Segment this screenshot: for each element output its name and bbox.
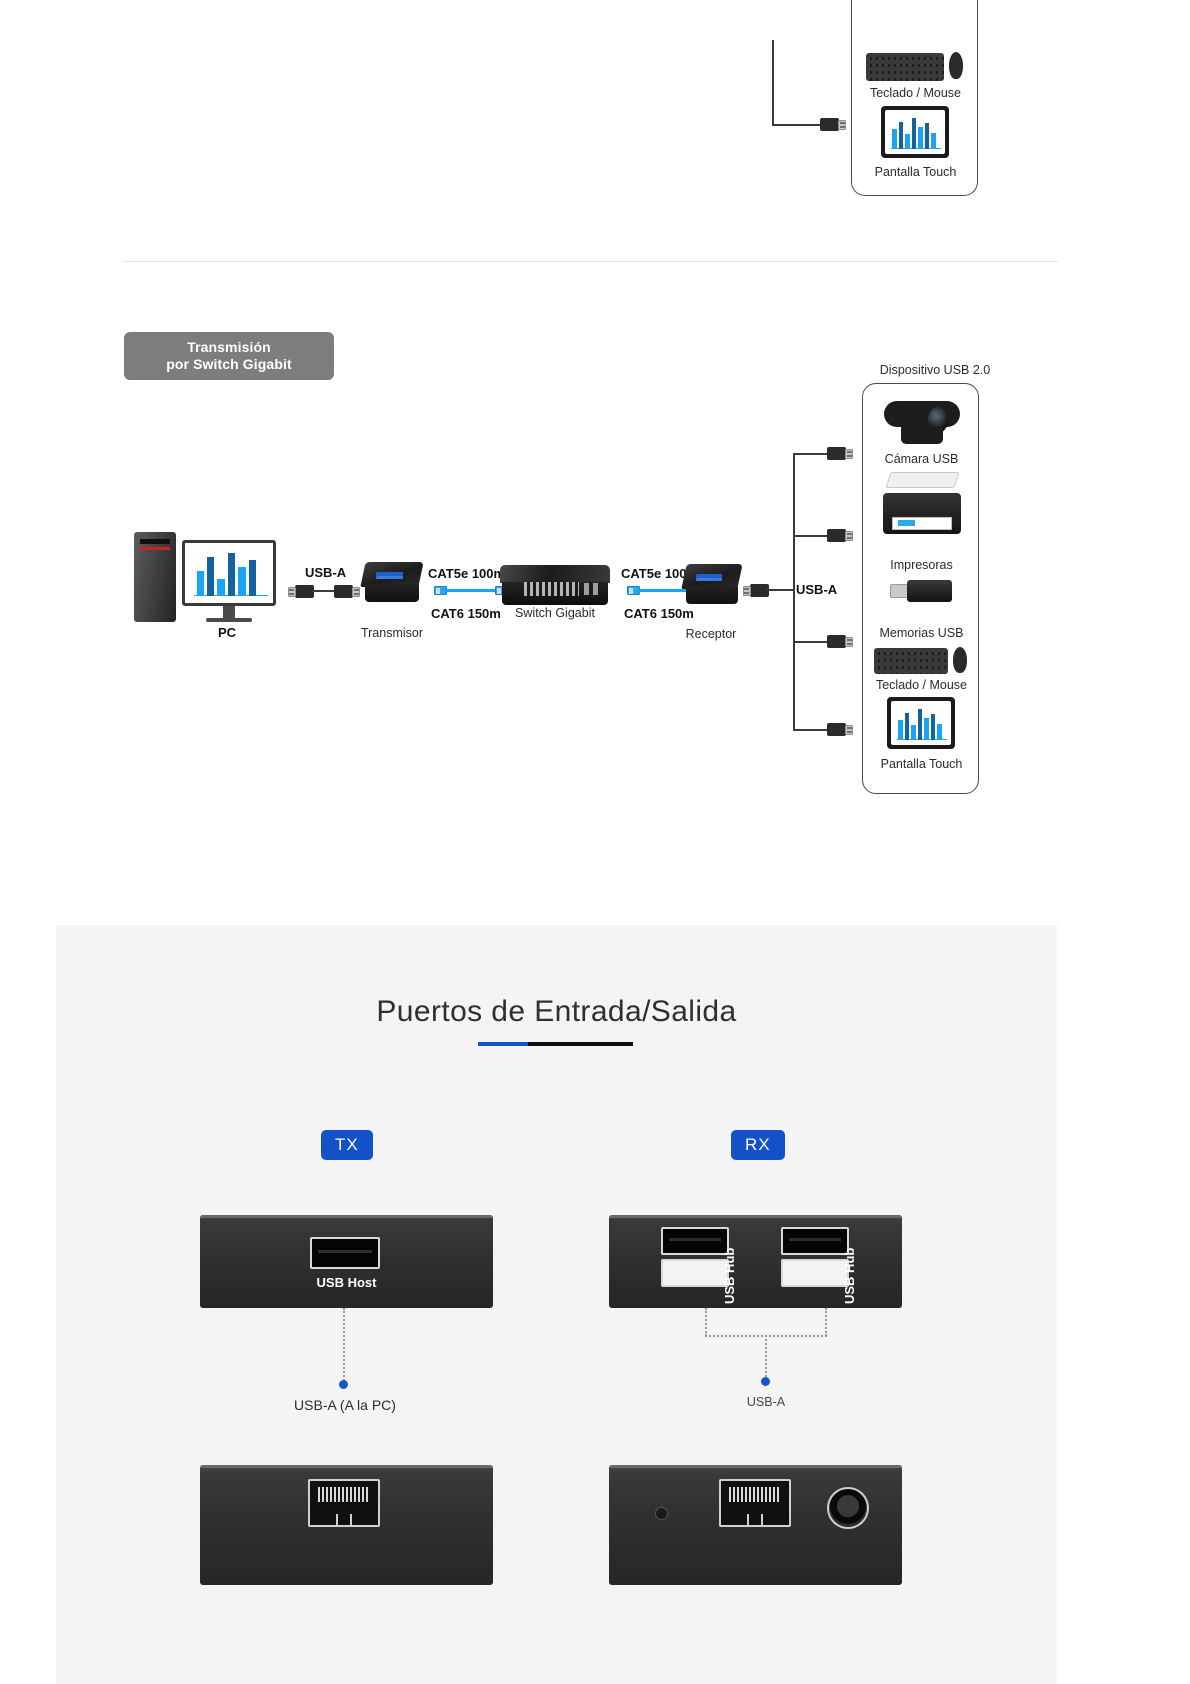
badge-line-2: por Switch Gigabit: [166, 356, 292, 372]
mouse-icon: [949, 52, 963, 79]
usb-device-label-3: Teclado / Mouse: [875, 678, 968, 692]
tx-callout-label: USB-A (A la PC): [294, 1397, 396, 1413]
usb-device-panel-title: Dispositivo USB 2.0: [879, 363, 991, 377]
top-wire-horizontal: [772, 124, 824, 126]
tx-callout-leader: [343, 1308, 345, 1384]
usb-cable-right: [766, 589, 794, 591]
printer-icon: [883, 472, 961, 534]
receiver-device: [681, 564, 743, 604]
rx-callout-label: USB-A: [746, 1395, 786, 1409]
rx-usb-hub-caption-left: USB Hub: [722, 1247, 737, 1304]
bus-branch-0: [793, 453, 829, 455]
usb-plug-icon-branch-2: [827, 635, 853, 648]
ports-section: Puertos de Entrada/Salida TX RX USB Host…: [56, 925, 1057, 1684]
title-underline: [478, 1042, 633, 1046]
switch-label: Switch Gigabit: [515, 606, 595, 620]
tablet-chart-2: [897, 704, 948, 740]
usb-plug-icon-branch-1: [827, 529, 853, 542]
usb-cable-left: [312, 590, 336, 592]
pc-monitor-icon: [182, 540, 276, 622]
top-device-label-1: Pantalla Touch: [874, 165, 957, 179]
rx-rj45-port[interactable]: [719, 1479, 791, 1527]
usb-device-label-2: Memorias USB: [879, 626, 964, 640]
rx-usb-hub-port-2[interactable]: [661, 1259, 729, 1287]
pc-tower-icon: [134, 532, 176, 622]
usb-flash-drive-icon: [890, 580, 952, 602]
tx-usb-host-port[interactable]: [310, 1237, 380, 1269]
underline-black-segment: [528, 1042, 633, 1046]
usb-plug-icon-branch-3: [827, 723, 853, 736]
usb-plug-icon: [820, 118, 846, 131]
left-cat6-label: CAT6 150m: [431, 606, 501, 621]
page-title: Puertos de Entrada/Salida: [376, 995, 737, 1028]
rx-status-led: [655, 1507, 668, 1520]
rx-usb-hub-port-1[interactable]: [661, 1227, 729, 1255]
usb-plug-icon-left-a: [288, 585, 314, 598]
rx-callout-leader-left: [705, 1308, 707, 1336]
tx-rj45-port[interactable]: [308, 1479, 380, 1527]
touch-screen-icon: [881, 106, 949, 158]
tx-usb-host-caption: USB Host: [316, 1275, 377, 1290]
cat-cable-left: [434, 586, 508, 595]
usb-a-left-label: USB-A: [305, 565, 347, 580]
usb-device-panel: Cámara USB Impresoras Memorias USB Tecla…: [862, 383, 979, 794]
usb-device-label-4: Pantalla Touch: [880, 757, 963, 771]
switch-transmission-diagram: Transmisión por Switch Gigabit Dispositi…: [0, 300, 1190, 860]
bus-branch-3: [793, 729, 829, 731]
rx-usb-hub-port-4[interactable]: [781, 1259, 849, 1287]
webcam-icon: [884, 401, 960, 445]
rx-front-panel: USB Hub USB Hub: [609, 1215, 902, 1308]
top-device-label-0: Teclado / Mouse: [869, 86, 962, 100]
monitor-chart: [193, 547, 268, 596]
transmitter-label: Transmisor: [360, 626, 424, 640]
rx-back-panel: [609, 1465, 902, 1585]
bus-vertical: [793, 453, 795, 731]
keyboard-icon-2: [874, 648, 948, 674]
rx-callout-leader-right: [825, 1308, 827, 1336]
transmission-badge: Transmisión por Switch Gigabit: [124, 332, 334, 380]
rx-dc-power-jack[interactable]: [827, 1487, 869, 1529]
rx-badge: RX: [731, 1130, 785, 1160]
usb-a-right-label: USB-A: [796, 582, 838, 597]
bus-branch-2: [793, 641, 829, 643]
right-cat6-label: CAT6 150m: [624, 606, 694, 621]
gigabit-switch-device: [500, 565, 610, 605]
transmitter-device: [360, 562, 424, 602]
bus-branch-1: [793, 535, 829, 537]
top-diagram: Teclado / Mouse Pantalla Touch: [0, 0, 1190, 260]
tx-front-panel: USB Host: [200, 1215, 493, 1308]
top-device-panel: Teclado / Mouse Pantalla Touch: [851, 0, 978, 196]
usb-device-label-1: Impresoras: [890, 558, 953, 572]
rx-usb-hub-caption-right: USB Hub: [842, 1247, 857, 1304]
left-cat5e-label: CAT5e 100m: [428, 566, 506, 581]
usb-plug-icon-branch-0: [827, 447, 853, 460]
tablet-chart: [891, 113, 942, 149]
top-wire-vertical: [772, 40, 774, 126]
keyboard-icon: [866, 53, 944, 81]
tx-badge: TX: [321, 1130, 373, 1160]
mouse-icon-2: [953, 647, 967, 673]
usb-plug-icon-left-b: [334, 585, 360, 598]
section-divider: [124, 261, 1058, 262]
touch-screen-icon-2: [887, 697, 955, 749]
tx-back-panel: [200, 1465, 493, 1585]
badge-line-1: Transmisión: [187, 339, 271, 355]
rx-usb-hub-port-3[interactable]: [781, 1227, 849, 1255]
pc-label: PC: [217, 625, 237, 640]
underline-blue-segment: [478, 1042, 528, 1046]
receiver-label: Receptor: [685, 627, 737, 641]
usb-device-label-0: Cámara USB: [884, 452, 959, 466]
